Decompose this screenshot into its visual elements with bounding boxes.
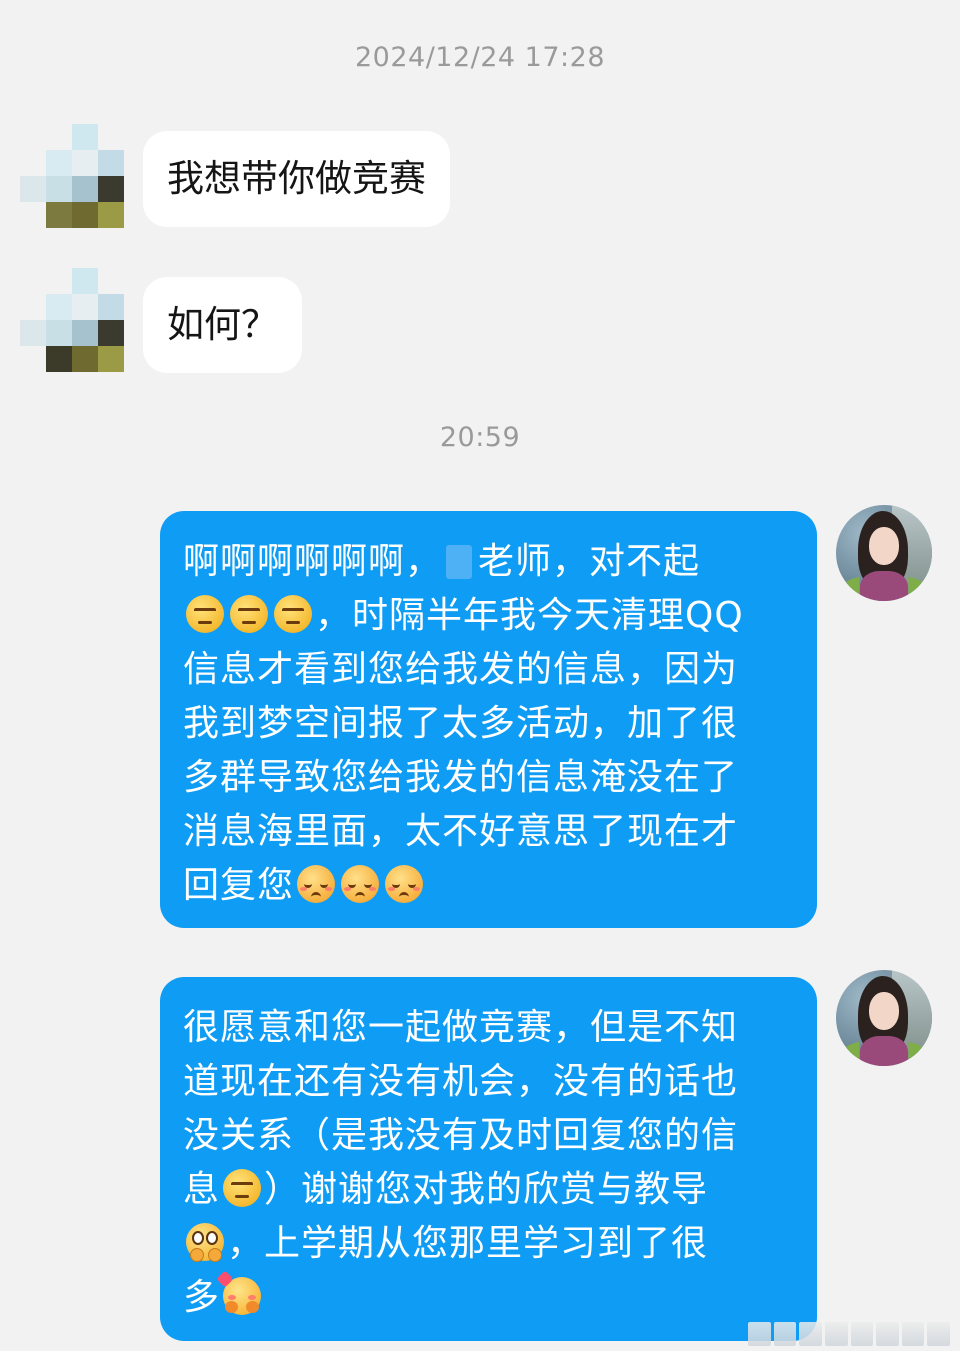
message-line: 多群导致您给我发的信息淹没在了 [183, 757, 739, 798]
sender-avatar[interactable] [20, 124, 124, 228]
smirk-emoji-icon [186, 595, 224, 633]
incoming-message-bubble[interactable]: 如何？ [143, 277, 302, 373]
message-line: 息 ）谢谢您对我的欣赏与教导 [183, 1163, 797, 1217]
message-line: 道现在还有没有机会，没有的话也 [183, 1061, 739, 1102]
message-line: ，时隔半年我今天清理QQ [183, 589, 797, 643]
incoming-message-bubble[interactable]: 我想带你做竞赛 [143, 131, 450, 227]
message-text: 回复您 [183, 865, 295, 906]
message-text: 啊啊啊啊啊啊， [183, 541, 443, 582]
redacted-name [446, 545, 473, 579]
user-avatar[interactable] [836, 505, 932, 601]
timestamp: 2024/12/24 17:28 [354, 42, 605, 73]
message-line: 信息才看到您给我发的信息，因为 [183, 649, 739, 690]
smirk-emoji-icon [274, 595, 312, 633]
message-line: 啊啊啊啊啊啊， 老师，对不起 [183, 535, 797, 589]
watermark-blur [748, 1322, 950, 1346]
pensive-emoji-icon [341, 865, 380, 903]
message-text: 老师，对不起 [478, 541, 701, 582]
sender-avatar[interactable] [20, 268, 124, 372]
outgoing-message-bubble[interactable]: 啊啊啊啊啊啊， 老师，对不起 ，时隔半年我今天清理QQ 信息才看到您给我发的信息，… [160, 511, 817, 928]
outgoing-message-bubble[interactable]: 很愿意和您一起做竞赛，但是不知 道现在还有没有机会，没有的话也 没关系（是我没有… [160, 977, 817, 1341]
pensive-emoji-icon [385, 865, 424, 903]
chat-window: 2024/12/24 17:28 我想带你做竞赛 如何？ 20:59 啊啊啊啊啊… [0, 0, 960, 1351]
message-text: 我想带你做竞赛 [167, 157, 426, 200]
message-line: 多 [183, 1270, 797, 1325]
hug-emoji-icon [216, 1270, 262, 1315]
message-line: 很愿意和您一起做竞赛，但是不知 [183, 1007, 739, 1048]
smirk-emoji-icon [223, 1169, 262, 1207]
smirk-emoji-icon [230, 595, 268, 633]
message-text: ，上学期从您那里学习到了很 [227, 1223, 709, 1264]
pensive-emoji-icon [297, 865, 336, 903]
message-line: 回复您 [183, 859, 797, 913]
timestamp: 20:59 [439, 422, 521, 453]
user-avatar[interactable] [836, 970, 932, 1066]
message-line: 消息海里面，太不好意思了现在才 [183, 811, 739, 852]
message-line: ，上学期从您那里学习到了很 [183, 1217, 797, 1271]
hopeful-emoji-icon [186, 1223, 224, 1262]
message-text: 息 [183, 1169, 221, 1210]
message-line: 没关系（是我没有及时回复您的信 [183, 1115, 739, 1156]
message-text: ，时隔半年我今天清理QQ [315, 595, 744, 636]
message-line: 我到梦空间报了太多活动，加了很 [183, 703, 739, 744]
message-text: 多 [183, 1277, 221, 1318]
message-text: ）谢谢您对我的欣赏与教导 [264, 1169, 709, 1210]
message-text: 如何？ [167, 303, 278, 346]
